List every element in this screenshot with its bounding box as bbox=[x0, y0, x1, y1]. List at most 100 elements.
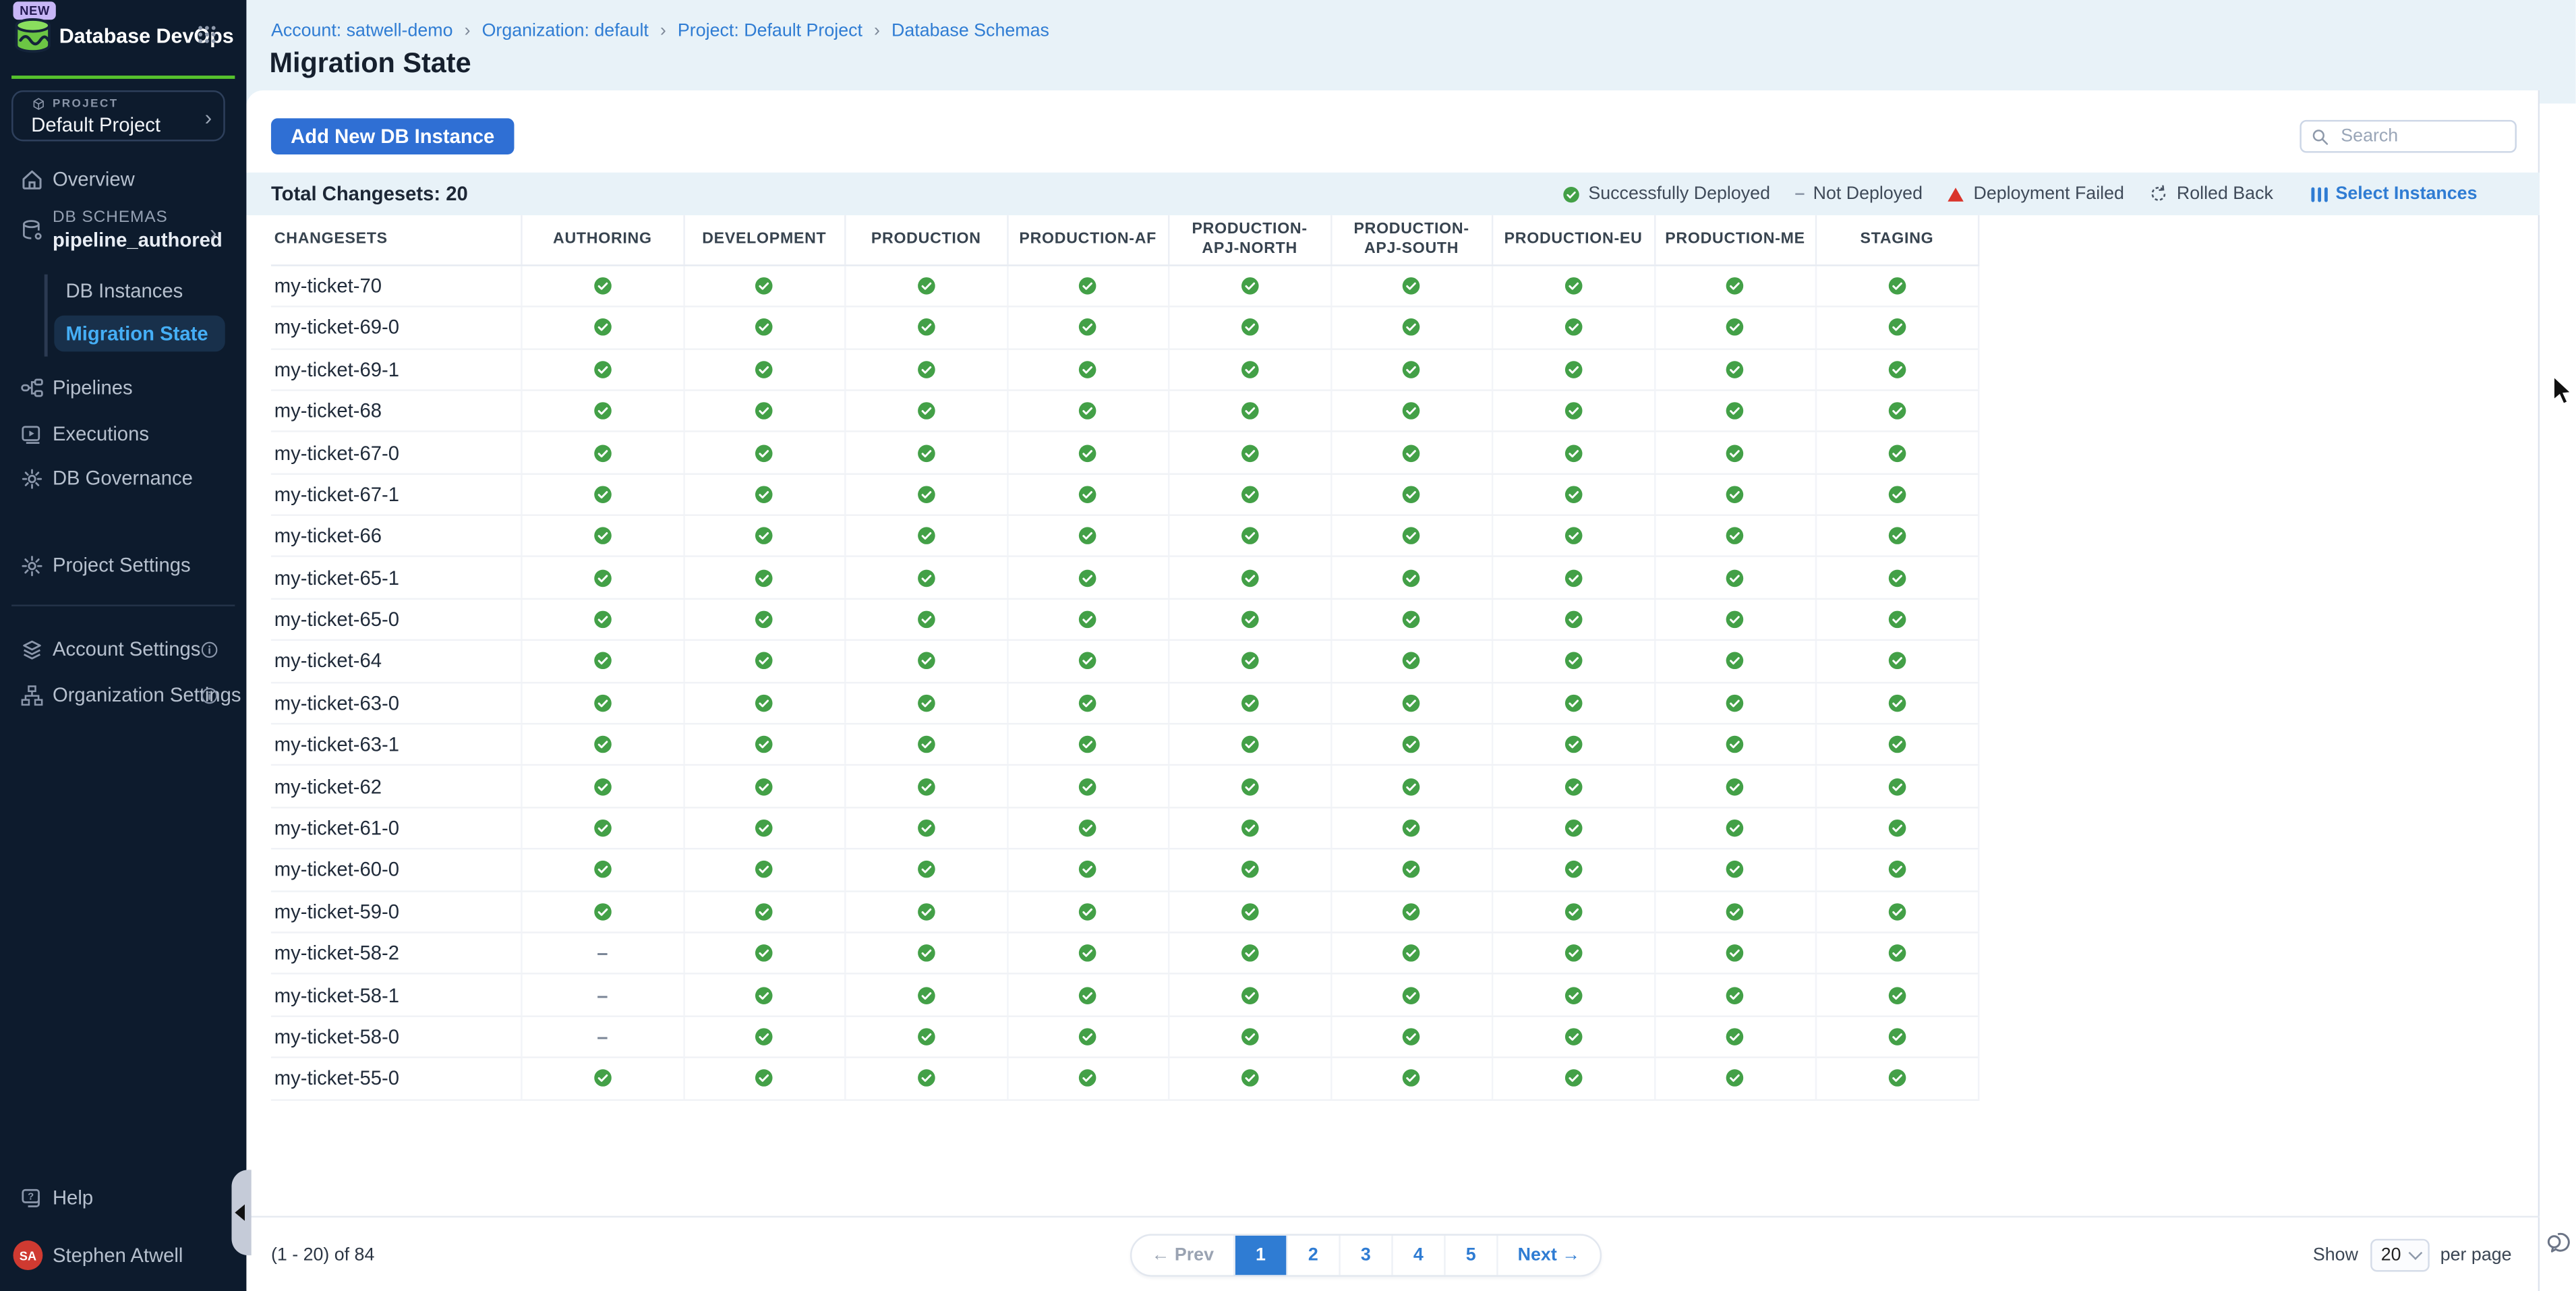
success-badge-icon bbox=[1887, 568, 1906, 587]
migration-state-table: CHANGESETS AUTHORING DEVELOPMENT PRODUCT… bbox=[271, 215, 1979, 1100]
success-badge-icon bbox=[1725, 902, 1745, 921]
success-badge-icon bbox=[1240, 1068, 1260, 1088]
success-badge-icon bbox=[1240, 735, 1260, 754]
sidebar-item-user[interactable]: Stephen Atwell bbox=[0, 1237, 246, 1273]
success-badge-icon bbox=[1725, 944, 1745, 963]
status-cell-deployed bbox=[1655, 308, 1817, 347]
status-cell-deployed bbox=[1331, 266, 1493, 306]
select-instances-button[interactable]: Select Instances bbox=[2311, 184, 2478, 204]
sidebar-item-db-instances[interactable]: DB Instances bbox=[65, 279, 183, 302]
gear-icon bbox=[20, 553, 45, 578]
success-badge-icon bbox=[1887, 610, 1906, 629]
status-cell-deployed bbox=[1655, 934, 1817, 973]
changeset-name-cell: my-ticket-63-0 bbox=[271, 683, 523, 723]
success-badge-icon bbox=[1402, 443, 1422, 463]
status-cell-deployed bbox=[684, 850, 846, 890]
status-cell-deployed bbox=[846, 391, 1008, 431]
status-cell-deployed bbox=[1331, 349, 1493, 389]
page-button-1[interactable]: 1 bbox=[1233, 1236, 1286, 1275]
success-badge-icon bbox=[916, 276, 936, 295]
app-launcher-icon[interactable] bbox=[197, 25, 216, 45]
success-badge-icon bbox=[755, 985, 774, 1005]
status-cell-deployed bbox=[1007, 558, 1169, 598]
success-badge-icon bbox=[1078, 401, 1098, 421]
status-cell-deployed bbox=[1655, 975, 1817, 1014]
table-row: my-ticket-65-1 bbox=[271, 558, 1979, 600]
page-button-2[interactable]: 2 bbox=[1286, 1236, 1339, 1275]
dash-icon: – bbox=[597, 1025, 608, 1048]
breadcrumb-account[interactable]: Account: satwell-demo bbox=[271, 22, 453, 41]
page-button-3[interactable]: 3 bbox=[1339, 1236, 1391, 1275]
status-cell-deployed bbox=[523, 308, 684, 347]
status-cell-deployed bbox=[1007, 808, 1169, 848]
success-badge-icon bbox=[1887, 693, 1906, 713]
status-cell-deployed bbox=[1169, 892, 1331, 931]
sidebar-item-project-settings[interactable]: Project Settings bbox=[0, 547, 246, 583]
success-badge-icon bbox=[1725, 443, 1745, 463]
success-badge-icon bbox=[1402, 735, 1422, 754]
success-badge-icon bbox=[1078, 318, 1098, 337]
sidebar-item-overview[interactable]: Overview bbox=[0, 161, 246, 198]
success-badge-icon bbox=[1078, 944, 1098, 963]
status-cell-deployed bbox=[1007, 1058, 1169, 1098]
success-badge-icon bbox=[916, 985, 936, 1005]
status-cell-deployed bbox=[1655, 600, 1817, 639]
success-badge-icon bbox=[1402, 818, 1422, 838]
status-cell-deployed bbox=[1169, 1016, 1331, 1056]
project-switcher[interactable]: PROJECT Default Project › bbox=[11, 90, 225, 142]
status-cell-deployed bbox=[846, 558, 1008, 598]
search-input[interactable] bbox=[2337, 125, 2502, 148]
page-size-select[interactable]: 20 bbox=[2370, 1239, 2429, 1272]
status-cell-deployed bbox=[523, 516, 684, 556]
status-cell-deployed bbox=[523, 892, 684, 931]
sidebar-item-account-settings[interactable]: Account Settings bbox=[0, 631, 246, 667]
status-cell-deployed bbox=[1817, 600, 1979, 639]
sidebar-item-db-schemas[interactable]: DB SCHEMAS pipeline_authored › bbox=[0, 208, 246, 254]
status-cell-deployed bbox=[1817, 808, 1979, 848]
changeset-name-cell: my-ticket-69-0 bbox=[271, 308, 523, 347]
governance-gear-icon bbox=[20, 466, 45, 491]
success-badge-icon bbox=[1078, 484, 1098, 504]
sidebar-item-help[interactable]: ? Help bbox=[0, 1180, 246, 1216]
sidebar-item-pipelines[interactable]: Pipelines bbox=[0, 370, 246, 406]
support-chat-icon[interactable] bbox=[2544, 1229, 2572, 1257]
status-cell-deployed bbox=[846, 432, 1008, 472]
success-badge-icon bbox=[1078, 610, 1098, 629]
prev-page-button[interactable]: ← Prev bbox=[1132, 1236, 1233, 1275]
breadcrumb-separator: › bbox=[874, 22, 880, 41]
success-badge-icon bbox=[1240, 902, 1260, 921]
status-cell-deployed bbox=[1817, 934, 1979, 973]
sidebar-item-organization-settings[interactable]: Organization Settings bbox=[0, 677, 246, 714]
app-window: Account: satwell-demo › Organization: de… bbox=[0, 0, 2576, 1291]
page-button-4[interactable]: 4 bbox=[1391, 1236, 1444, 1275]
sidebar-collapse-handle[interactable] bbox=[231, 1170, 251, 1255]
success-badge-icon bbox=[1887, 735, 1906, 754]
sidebar-item-db-governance[interactable]: DB Governance bbox=[0, 460, 246, 496]
column-header-authoring: AUTHORING bbox=[523, 215, 684, 264]
status-cell-deployed bbox=[1169, 850, 1331, 890]
status-cell-deployed bbox=[1493, 308, 1655, 347]
success-badge-icon bbox=[916, 1068, 936, 1088]
page-button-5[interactable]: 5 bbox=[1444, 1236, 1496, 1275]
status-cell-deployed bbox=[1331, 516, 1493, 556]
next-page-button[interactable]: Next → bbox=[1496, 1236, 1600, 1275]
sidebar-item-migration-state[interactable]: Migration State bbox=[54, 316, 225, 352]
breadcrumb-organization[interactable]: Organization: default bbox=[482, 22, 649, 41]
breadcrumb-database-schemas[interactable]: Database Schemas bbox=[891, 22, 1049, 41]
success-badge-icon bbox=[1563, 902, 1583, 921]
success-badge-icon bbox=[1402, 944, 1422, 963]
breadcrumb-project[interactable]: Project: Default Project bbox=[678, 22, 862, 41]
success-badge-icon bbox=[1402, 484, 1422, 504]
success-badge-icon bbox=[1887, 526, 1906, 546]
status-cell-deployed bbox=[1817, 474, 1979, 514]
success-badge-icon bbox=[593, 484, 612, 504]
search-box[interactable] bbox=[2300, 120, 2517, 153]
add-new-db-instance-button[interactable]: Add New DB Instance bbox=[271, 118, 515, 154]
success-badge-icon bbox=[755, 401, 774, 421]
status-cell-deployed bbox=[1007, 432, 1169, 472]
sidebar-item-executions[interactable]: Executions bbox=[0, 415, 246, 452]
column-header-changesets: CHANGESETS bbox=[271, 215, 523, 264]
success-badge-icon bbox=[1240, 652, 1260, 671]
success-badge-icon bbox=[1402, 360, 1422, 379]
info-icon bbox=[200, 686, 218, 704]
